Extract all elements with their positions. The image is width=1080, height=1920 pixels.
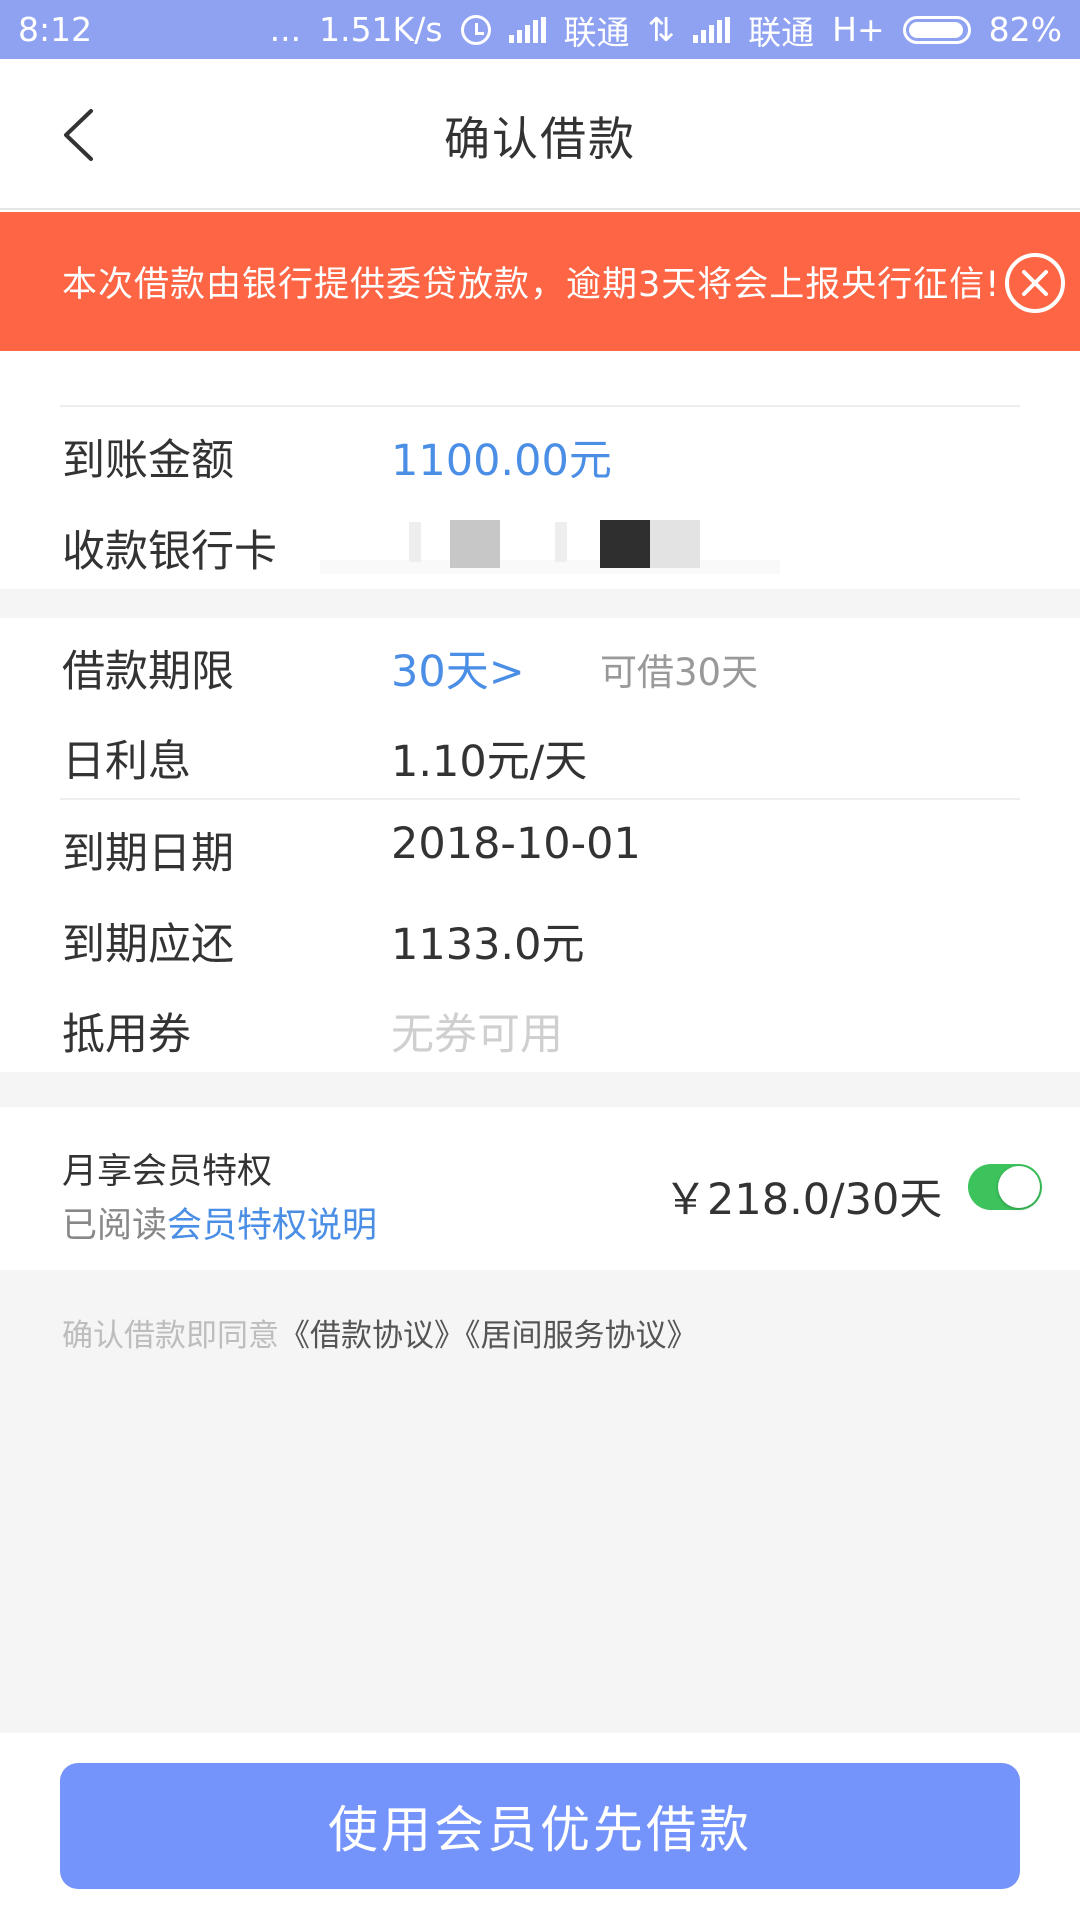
section-gap — [0, 589, 1080, 618]
membership-price: ￥218.0/30天 — [664, 1175, 943, 1225]
service-agreement-link[interactable]: 《居间服务协议》 — [465, 1318, 698, 1354]
amount-label: 到账金额 — [62, 436, 234, 486]
blur-mask — [650, 520, 700, 568]
blur-mask — [320, 560, 780, 574]
alert-text: 本次借款由银行提供委贷放款，逾期3天将会上报央行征信! — [62, 265, 1001, 305]
term-selector[interactable]: 30天> — [391, 637, 525, 699]
page-title: 确认借款 — [444, 112, 636, 166]
coupon-label: 抵用券 — [62, 1010, 191, 1060]
section-gap — [0, 1072, 1080, 1107]
status-dots: ... — [269, 10, 302, 49]
membership-title: 月享会员特权 — [62, 1152, 273, 1192]
battery-icon — [902, 15, 971, 44]
term-hint: 可借30天 — [600, 651, 759, 694]
membership-read-prefix: 已阅读 — [62, 1206, 168, 1246]
divider — [60, 798, 1020, 800]
data-arrows-icon: ⇅ — [647, 10, 676, 49]
blur-mask — [555, 522, 567, 562]
status-bar: 8:12 ... 1.51K/s 联通 ⇅ 联通 H+ 82% — [0, 0, 1080, 59]
status-battery: 82% — [988, 10, 1062, 49]
due-amount-label: 到期应还 — [62, 920, 234, 970]
alert-close-button[interactable] — [1004, 252, 1066, 314]
agreement-note: 确认借款即同意《借款协议》《居间服务协议》 — [62, 1310, 698, 1355]
status-carrier-1: 联通 — [563, 12, 630, 52]
alarm-icon — [460, 14, 491, 45]
amount-value: 1100.00元 — [391, 436, 612, 486]
term-label: 借款期限 — [62, 647, 234, 697]
blur-mask — [450, 520, 500, 568]
coupon-value[interactable]: 无券可用 — [391, 1000, 563, 1062]
agreement-prefix: 确认借款即同意 — [62, 1318, 279, 1354]
member-borrow-button[interactable]: 使用会员优先借款 — [60, 1763, 1020, 1889]
divider — [60, 405, 1020, 407]
status-carrier-2: 联通 — [748, 12, 815, 52]
membership-read-note: 已阅读会员特权说明 — [62, 1197, 377, 1248]
due-date-label: 到期日期 — [62, 829, 234, 879]
blur-mask — [600, 520, 650, 568]
nav-bar: 确认借款 — [0, 59, 1080, 210]
loan-agreement-link[interactable]: 《借款协议》 — [279, 1318, 465, 1354]
status-speed: 1.51K/s — [319, 10, 443, 49]
signal-icon-2 — [693, 16, 731, 43]
bank-card-label: 收款银行卡 — [62, 527, 277, 577]
status-network: H+ — [832, 10, 885, 49]
status-time: 8:12 — [18, 10, 93, 49]
close-circle-icon — [1005, 253, 1065, 313]
due-amount-value: 1133.0元 — [391, 920, 585, 970]
alert-banner: 本次借款由银行提供委贷放款，逾期3天将会上报央行征信! — [0, 212, 1080, 351]
toggle-knob — [998, 1166, 1040, 1208]
membership-toggle[interactable] — [968, 1164, 1042, 1210]
signal-icon — [508, 16, 546, 43]
due-date-value: 2018-10-01 — [391, 819, 641, 869]
daily-interest-value: 1.10元/天 — [391, 737, 588, 787]
daily-interest-label: 日利息 — [62, 737, 191, 787]
membership-terms-link[interactable]: 会员特权说明 — [167, 1206, 377, 1246]
status-indicators: ... 1.51K/s 联通 ⇅ 联通 H+ 82% — [270, 6, 1062, 54]
blur-mask — [409, 522, 421, 562]
